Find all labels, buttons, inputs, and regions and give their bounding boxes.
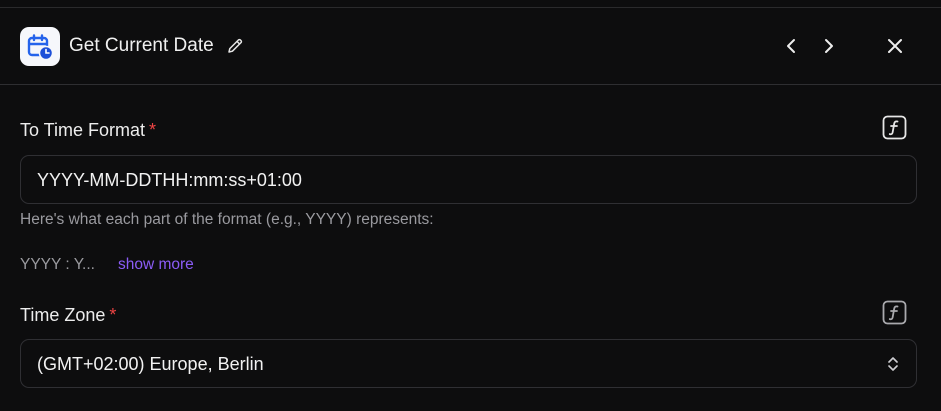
time-zone-label: Time Zone *: [20, 304, 116, 326]
time-zone-select[interactable]: (GMT+02:00) Europe, Berlin: [20, 339, 917, 388]
header-divider: [0, 84, 941, 85]
show-more-link[interactable]: show more: [118, 256, 194, 274]
time-format-label: To Time Format *: [20, 119, 156, 141]
time-format-value: YYYY-MM-DDTHH:mm:ss+01:00: [37, 170, 302, 190]
page: Get Current Date To Time Format * YYYY-M…: [0, 0, 941, 411]
previous-button[interactable]: [780, 35, 802, 57]
close-icon: [888, 39, 902, 53]
required-mark: *: [109, 305, 117, 325]
time-zone-value: (GMT+02:00) Europe, Berlin: [37, 354, 264, 374]
time-zone-function-button[interactable]: [882, 300, 907, 325]
pencil-icon[interactable]: [226, 37, 244, 55]
panel-header: Get Current Date: [0, 8, 941, 84]
function-icon: [882, 115, 907, 140]
time-format-help-text: Here's what each part of the format (e.g…: [20, 211, 434, 228]
chevron-right-icon: [825, 39, 833, 53]
calendar-clock-icon: [20, 27, 60, 66]
next-button[interactable]: [818, 35, 840, 57]
format-snippet: YYYY : Y...: [20, 256, 95, 273]
panel-title: Get Current Date: [69, 35, 214, 56]
time-format-input[interactable]: YYYY-MM-DDTHH:mm:ss+01:00: [20, 155, 917, 204]
function-icon: [882, 300, 907, 325]
chevron-left-icon: [787, 39, 795, 53]
time-format-function-button[interactable]: [882, 115, 907, 140]
time-zone-label-text: Time Zone: [20, 305, 106, 325]
close-button[interactable]: [884, 35, 906, 57]
time-format-label-text: To Time Format: [20, 120, 146, 140]
chevrons-up-down-icon: [888, 357, 898, 371]
required-mark: *: [149, 120, 157, 140]
